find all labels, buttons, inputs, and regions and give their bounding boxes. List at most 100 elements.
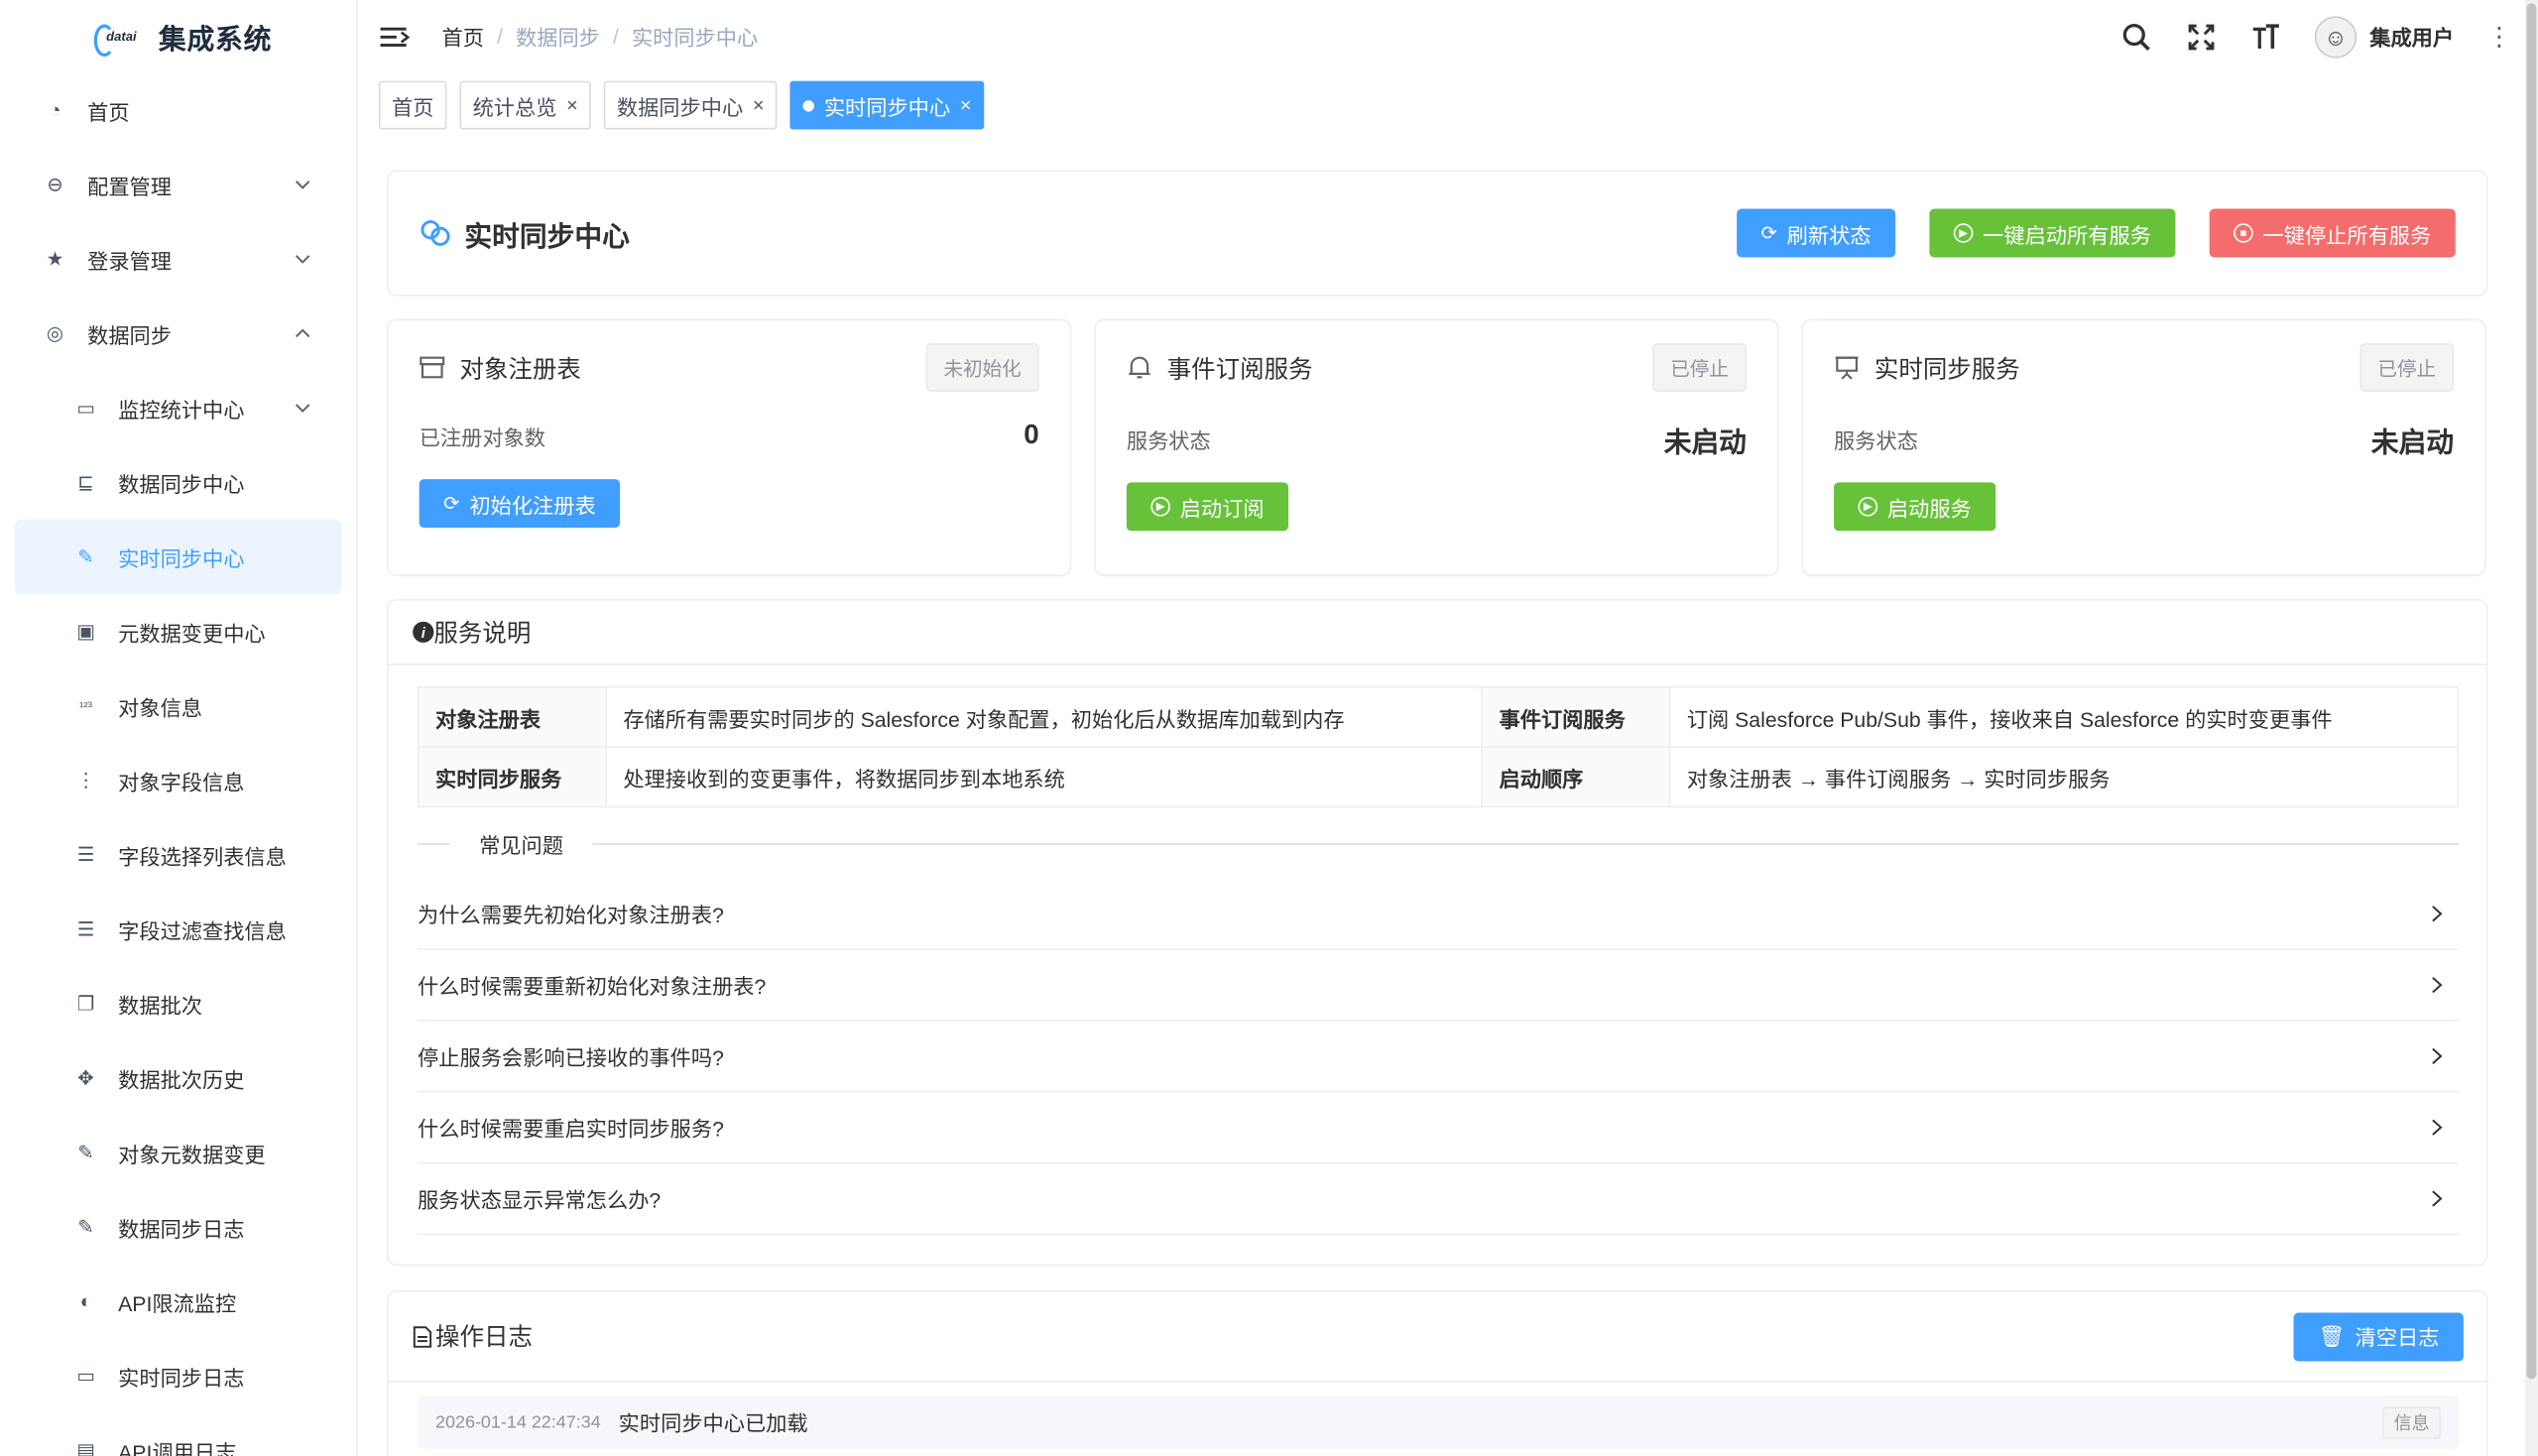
page-scrollbar[interactable] — [2524, 0, 2538, 1456]
number-icon: ¹²³ — [78, 698, 93, 713]
event-subscription-status-badge: 已停止 — [1652, 342, 1747, 392]
sidebar-item-label: 数据批次 — [118, 993, 203, 1018]
sidebar: datai 集成系统 ◔ 首页 ⊖ 配置管理 ★ 登录管理 ◎ 数据同步 ▭ 监控统计中心 ⊑ 数据同… — [0, 0, 358, 1456]
faq-divider — [418, 843, 2460, 845]
faq-item[interactable]: 服务状态显示异常怎么办? — [418, 1163, 2460, 1236]
event-subscription-title: 事件订阅服务 — [1166, 355, 1313, 383]
stop-all-button[interactable]: ■ 一键停止所有服务 — [2209, 208, 2456, 258]
desc-value: 存储所有需要实时同步的 Salesforce 对象配置，初始化后从数据库加载到内… — [605, 685, 1484, 748]
breadcrumb-data-sync: 数据同步 — [516, 26, 600, 51]
breadcrumb-home[interactable]: 首页 — [442, 21, 484, 52]
sidebar-item-label: 监控统计中心 — [118, 397, 245, 423]
faq-item[interactable]: 为什么需要先初始化对象注册表? — [418, 879, 2460, 950]
faq-question: 停止服务会影响已接收的事件吗? — [418, 1045, 724, 1070]
chevron-up-icon[interactable] — [295, 325, 310, 341]
sidebar-item[interactable]: ✥ 数据批次历史 — [0, 1040, 356, 1115]
table-row: 对象注册表 存储所有需要实时同步的 Salesforce 对象配置，初始化后从数… — [418, 685, 2460, 748]
sidebar-item[interactable]: ◎ 数据同步 — [0, 297, 356, 371]
palette-icon: ◎ — [46, 321, 64, 345]
search-icon[interactable] — [2120, 20, 2153, 53]
sidebar-item[interactable]: ▤ API调用日志 — [0, 1413, 356, 1456]
more-vertical-icon[interactable]: ⋮ — [2486, 20, 2512, 53]
faq-question: 为什么需要先初始化对象注册表? — [418, 903, 724, 928]
chevron-right-icon[interactable] — [2431, 1115, 2443, 1141]
sidebar-item-label: 登录管理 — [87, 248, 173, 273]
monitor-icon: ▭ — [76, 1364, 95, 1388]
sidebar-menu: ◔ 首页 ⊖ 配置管理 ★ 登录管理 ◎ 数据同步 ▭ 监控统计中心 ⊑ 数据同步中心 ✎ 实时同步中心 ▣… — [0, 72, 356, 1456]
sidebar-item-label: API限流监控 — [118, 1290, 237, 1315]
faq-item[interactable]: 停止服务会影响已接收的事件吗? — [418, 1022, 2460, 1093]
sidebar-item[interactable]: ✎ 对象元数据变更 — [0, 1115, 356, 1189]
list-tree-icon: ☰ — [76, 843, 95, 867]
font-size-icon[interactable] — [2249, 20, 2282, 53]
tab-tag[interactable]: 统计总览 × — [459, 80, 591, 130]
start-all-button[interactable]: ▶ 一键启动所有服务 — [1929, 208, 2176, 258]
close-icon[interactable]: × — [753, 94, 764, 117]
page-title: 实时同步中心 — [464, 220, 630, 252]
registry-count-label: 已注册对象数 — [419, 425, 546, 449]
edit-icon: ✎ — [77, 545, 94, 568]
tab-tag[interactable]: 首页 — [378, 80, 447, 130]
log-level-badge: 信息 — [2382, 1405, 2442, 1439]
close-icon[interactable]: × — [960, 94, 971, 117]
sidebar-item[interactable]: ✎ 数据同步日志 — [0, 1190, 356, 1265]
chevron-down-icon[interactable] — [295, 251, 310, 267]
document-icon — [413, 1325, 432, 1348]
chevron-down-icon[interactable] — [295, 400, 310, 416]
chevron-right-icon[interactable] — [2431, 1185, 2443, 1211]
sidebar-item[interactable]: ⊖ 配置管理 — [0, 148, 356, 222]
refresh-status-label: 刷新状态 — [1786, 222, 1872, 247]
tab-tag[interactable]: 数据同步中心 × — [603, 80, 778, 130]
info-icon: i — [413, 621, 434, 643]
sidebar-item[interactable]: ★ 登录管理 — [0, 222, 356, 297]
sidebar-item-label: 实时同步中心 — [118, 546, 245, 571]
event-service-status-label: 服务状态 — [1126, 427, 1211, 453]
tab-tag[interactable]: 实时同步中心 × — [789, 80, 985, 130]
sidebar-item[interactable]: ◔ 首页 — [0, 72, 356, 147]
logo[interactable]: datai 集成系统 — [0, 0, 356, 72]
faq-item[interactable]: 什么时候需要重新初始化对象注册表? — [418, 950, 2460, 1022]
start-service-button[interactable]: ▶ 启动服务 — [1834, 482, 1996, 532]
sidebar-item[interactable]: ❐ 数据批次 — [0, 966, 356, 1040]
desc-key: 对象注册表 — [418, 685, 607, 748]
operation-log-title: 操作日志 — [435, 1323, 533, 1352]
sidebar-item[interactable]: ¹²³ 对象信息 — [0, 668, 356, 743]
user-menu[interactable]: ☺ 集成用户 — [2314, 15, 2454, 58]
sync-service-status-value: 未启动 — [2370, 426, 2455, 458]
sidebar-item[interactable]: ▣ 元数据变更中心 — [0, 594, 356, 668]
sidebar-item[interactable]: ☰ 字段选择列表信息 — [0, 817, 356, 892]
list-icon: ☰ — [76, 917, 95, 941]
chevron-right-icon[interactable] — [2431, 1043, 2443, 1069]
start-subscription-button[interactable]: ▶ 启动订阅 — [1126, 482, 1289, 532]
tab-tag-label: 实时同步中心 — [823, 94, 951, 119]
sidebar-item-label: API调用日志 — [118, 1439, 237, 1456]
sidebar-item[interactable]: ▭ 监控统计中心 — [0, 371, 356, 445]
active-dot-icon — [802, 99, 815, 111]
sidebar-item[interactable]: ⋮ 对象字段信息 — [0, 743, 356, 817]
chevron-right-icon[interactable] — [2431, 972, 2443, 998]
scrollbar-thumb[interactable] — [2526, 3, 2537, 1380]
sidebar-item[interactable]: ▭ 实时同步日志 — [0, 1339, 356, 1413]
refresh-status-button[interactable]: ⟳ 刷新状态 — [1736, 208, 1896, 258]
sidebar-item[interactable]: ◐ API限流监控 — [0, 1265, 356, 1339]
tab-tag-label: 数据同步中心 — [616, 94, 744, 119]
close-icon[interactable]: × — [566, 94, 577, 117]
desc-key: 实时同步服务 — [418, 746, 607, 808]
init-registry-button[interactable]: ⟳ 初始化注册表 — [419, 479, 621, 529]
app-title: 集成系统 — [158, 24, 273, 56]
tree-icon: ⊑ — [77, 470, 94, 494]
sidebar-item-label: 数据同步中心 — [118, 471, 245, 497]
sidebar-item[interactable]: ✎ 实时同步中心 — [14, 519, 342, 594]
chevron-down-icon[interactable] — [295, 177, 310, 192]
clear-log-button[interactable]: 🗑 清空日志 — [2294, 1311, 2464, 1361]
fullscreen-icon[interactable] — [2185, 20, 2218, 53]
chevron-right-icon[interactable] — [2431, 901, 2443, 926]
sidebar-item[interactable]: ⊑ 数据同步中心 — [0, 445, 356, 520]
service-info-card: i 服务说明 对象注册表 存储所有需要实时同步的 Salesforce 对象配置… — [387, 598, 2488, 1267]
desc-key: 事件订阅服务 — [1481, 685, 1671, 748]
faq-item[interactable]: 什么时候需要重启实时同步服务? — [418, 1093, 2460, 1164]
sidebar-item[interactable]: ☰ 字段过滤查找信息 — [0, 892, 356, 966]
doc-icon: ▤ — [76, 1438, 95, 1456]
hamburger-icon[interactable] — [380, 25, 410, 48]
avatar: ☺ — [2314, 15, 2357, 58]
